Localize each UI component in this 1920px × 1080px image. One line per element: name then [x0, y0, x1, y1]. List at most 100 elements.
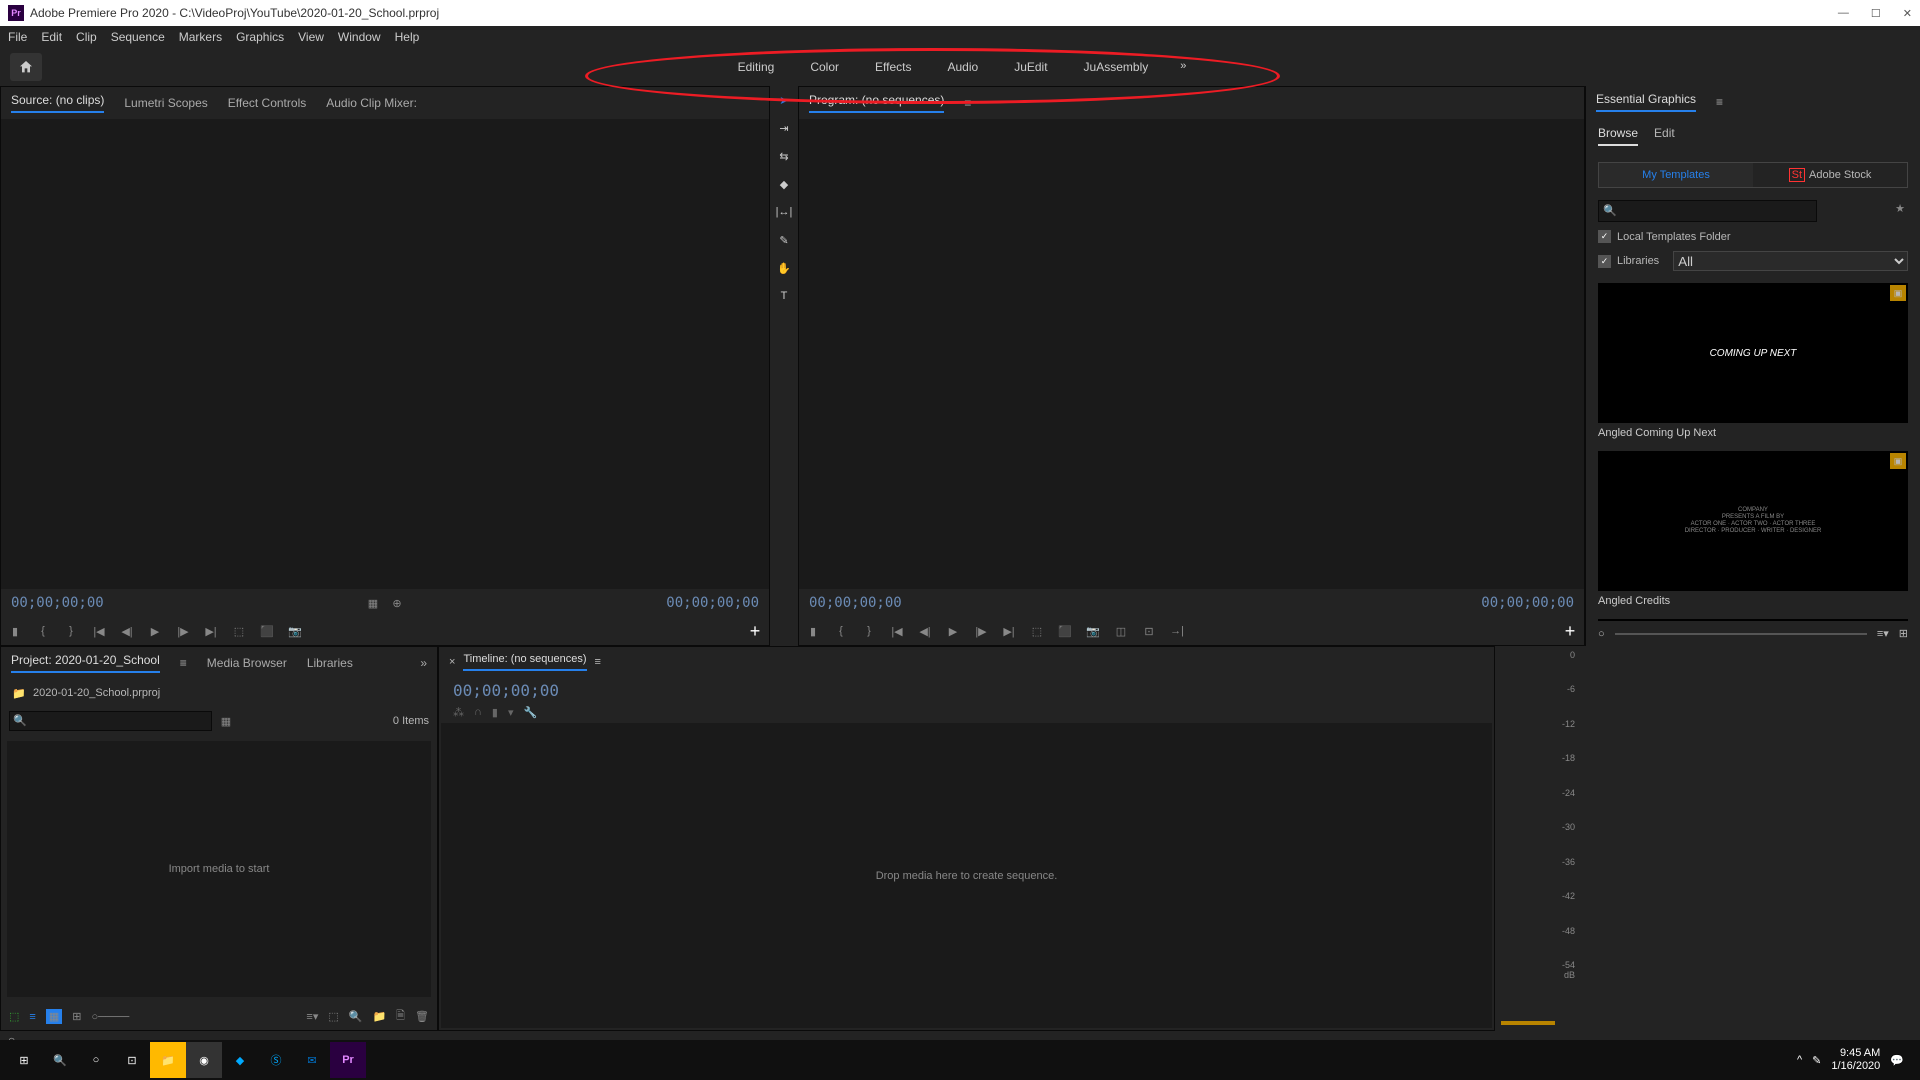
workspace-juassembly[interactable]: JuAssembly: [1066, 52, 1167, 82]
insert-icon[interactable]: ⬚: [231, 623, 247, 639]
favorite-icon[interactable]: ★: [1892, 200, 1908, 216]
icon-view-icon[interactable]: ▦: [46, 1009, 62, 1024]
freeform-view-icon[interactable]: ⊞: [72, 1010, 81, 1023]
step-fwd-icon[interactable]: |▶: [973, 623, 989, 639]
taskview-button[interactable]: ⊡: [114, 1042, 150, 1078]
tab-media-browser[interactable]: Media Browser: [207, 656, 287, 670]
start-button[interactable]: ⊞: [6, 1042, 42, 1078]
cortana-button[interactable]: ○: [78, 1042, 114, 1078]
new-layer-icon[interactable]: ⊞: [1899, 627, 1908, 640]
teamviewer-icon[interactable]: ◆: [222, 1042, 258, 1078]
play-icon[interactable]: ▶: [945, 623, 961, 639]
close-button[interactable]: ✕: [1903, 7, 1912, 20]
checkbox-local[interactable]: ✓: [1598, 230, 1611, 243]
overwrite-icon[interactable]: ⬛: [259, 623, 275, 639]
arrow-icon[interactable]: →|: [1169, 623, 1185, 639]
template-item[interactable]: ▣IMAGE CAPTION HERE Angled Image Caption: [1598, 619, 1908, 621]
tab-lumetri-scopes[interactable]: Lumetri Scopes: [124, 96, 207, 110]
tab-source[interactable]: Source: (no clips): [11, 93, 104, 113]
eg-adobe-stock[interactable]: StAdobe Stock: [1753, 163, 1907, 187]
project-search-input[interactable]: [9, 711, 212, 731]
outlook-icon[interactable]: ✉: [294, 1042, 330, 1078]
eg-search-input[interactable]: [1598, 200, 1817, 222]
template-item[interactable]: ▣COMING UP NEXT Angled Coming Up Next: [1598, 283, 1908, 443]
menu-edit[interactable]: Edit: [41, 30, 62, 44]
tab-project[interactable]: Project: 2020-01-20_School: [11, 653, 160, 673]
snap-icon[interactable]: ⁂: [453, 706, 464, 719]
menu-view[interactable]: View: [298, 30, 324, 44]
workspace-overflow[interactable]: »: [1166, 52, 1200, 82]
marker-icon[interactable]: ▮: [492, 706, 498, 719]
out-icon[interactable]: }: [861, 623, 877, 639]
eg-my-templates[interactable]: My Templates: [1599, 163, 1753, 187]
close-icon[interactable]: ×: [449, 656, 455, 668]
go-out-icon[interactable]: ▶|: [1001, 623, 1017, 639]
menu-graphics[interactable]: Graphics: [236, 30, 284, 44]
pen-tray-icon[interactable]: ✎: [1812, 1054, 1821, 1067]
export-frame-icon[interactable]: 📷: [287, 623, 303, 639]
tab-program[interactable]: Program: (no sequences): [809, 93, 944, 113]
libraries-select[interactable]: All: [1673, 251, 1908, 271]
workspace-editing[interactable]: Editing: [720, 52, 793, 82]
menu-sequence[interactable]: Sequence: [111, 30, 165, 44]
filter-bin-icon[interactable]: ▦: [218, 713, 234, 729]
tab-essential-graphics[interactable]: Essential Graphics: [1596, 92, 1696, 112]
explorer-icon[interactable]: 📁: [150, 1042, 186, 1078]
tab-audio-clip-mixer[interactable]: Audio Clip Mixer:: [326, 96, 417, 110]
sort-icon[interactable]: ≡▾: [1877, 627, 1889, 640]
premiere-icon[interactable]: Pr: [330, 1042, 366, 1078]
tab-effect-controls[interactable]: Effect Controls: [228, 96, 306, 110]
workspace-audio[interactable]: Audio: [929, 52, 996, 82]
home-button[interactable]: [10, 53, 42, 81]
settings-icon[interactable]: ⊕: [389, 595, 405, 611]
menu-file[interactable]: File: [8, 30, 27, 44]
clock-time[interactable]: 9:45 AM: [1831, 1047, 1880, 1060]
chrome-icon[interactable]: ◉: [186, 1042, 222, 1078]
checkbox-libraries[interactable]: ✓: [1598, 255, 1611, 268]
minimize-button[interactable]: —: [1838, 7, 1849, 20]
delete-icon[interactable]: 🗑: [415, 1010, 429, 1023]
template-item[interactable]: ▣COMPANYPRESENTS A FILM BYACTOR ONE · AC…: [1598, 451, 1908, 611]
maximize-button[interactable]: ☐: [1871, 7, 1881, 20]
selection-tool[interactable]: ➤: [774, 90, 794, 110]
marker-icon[interactable]: ▮: [7, 623, 23, 639]
compare-icon[interactable]: ◫: [1113, 623, 1129, 639]
fit-icon[interactable]: ▦: [365, 595, 381, 611]
skype-icon[interactable]: Ⓢ: [258, 1042, 294, 1078]
step-fwd-icon[interactable]: |▶: [175, 623, 191, 639]
menu-help[interactable]: Help: [395, 30, 420, 44]
hand-tool[interactable]: ✋: [774, 258, 794, 278]
wrench-icon[interactable]: 🔧: [524, 706, 538, 719]
linked-sel-icon[interactable]: ∩: [474, 706, 482, 719]
sort-icon[interactable]: ≡▾: [306, 1010, 318, 1023]
zoom-slider[interactable]: [1615, 633, 1867, 635]
menu-markers[interactable]: Markers: [179, 30, 222, 44]
eg-tab-browse[interactable]: Browse: [1598, 126, 1638, 146]
panel-menu-icon[interactable]: ≡: [180, 656, 187, 670]
timeline-body[interactable]: Drop media here to create sequence.: [441, 723, 1492, 1028]
list-view-icon[interactable]: ≡: [29, 1011, 35, 1023]
pen-tool[interactable]: ✎: [774, 230, 794, 250]
go-out-icon[interactable]: ▶|: [203, 623, 219, 639]
rw-icon[interactable]: ⬚: [9, 1010, 19, 1023]
panel-menu-icon[interactable]: ≡: [595, 656, 601, 668]
tab-timeline[interactable]: Timeline: (no sequences): [463, 653, 586, 671]
notification-icon[interactable]: 💬: [1890, 1054, 1904, 1067]
type-tool[interactable]: T: [774, 286, 794, 306]
play-icon[interactable]: ▶: [147, 623, 163, 639]
menu-clip[interactable]: Clip: [76, 30, 97, 44]
settings-icon[interactable]: ▾: [508, 706, 514, 719]
source-tc-left[interactable]: 00;00;00;00: [11, 595, 104, 611]
auto-seq-icon[interactable]: ⬚: [328, 1010, 338, 1023]
go-in-icon[interactable]: |◀: [91, 623, 107, 639]
workspace-color[interactable]: Color: [792, 52, 857, 82]
marker-icon[interactable]: ▮: [805, 623, 821, 639]
safe-margins-icon[interactable]: ⊡: [1141, 623, 1157, 639]
eg-tab-edit[interactable]: Edit: [1654, 126, 1675, 146]
workspace-juedit[interactable]: JuEdit: [996, 52, 1065, 82]
zoom-slider-icon[interactable]: ○────: [91, 1011, 129, 1023]
slip-tool[interactable]: |↔|: [774, 202, 794, 222]
lift-icon[interactable]: ⬚: [1029, 623, 1045, 639]
menu-window[interactable]: Window: [338, 30, 381, 44]
project-bin-area[interactable]: Import media to start: [7, 741, 431, 997]
